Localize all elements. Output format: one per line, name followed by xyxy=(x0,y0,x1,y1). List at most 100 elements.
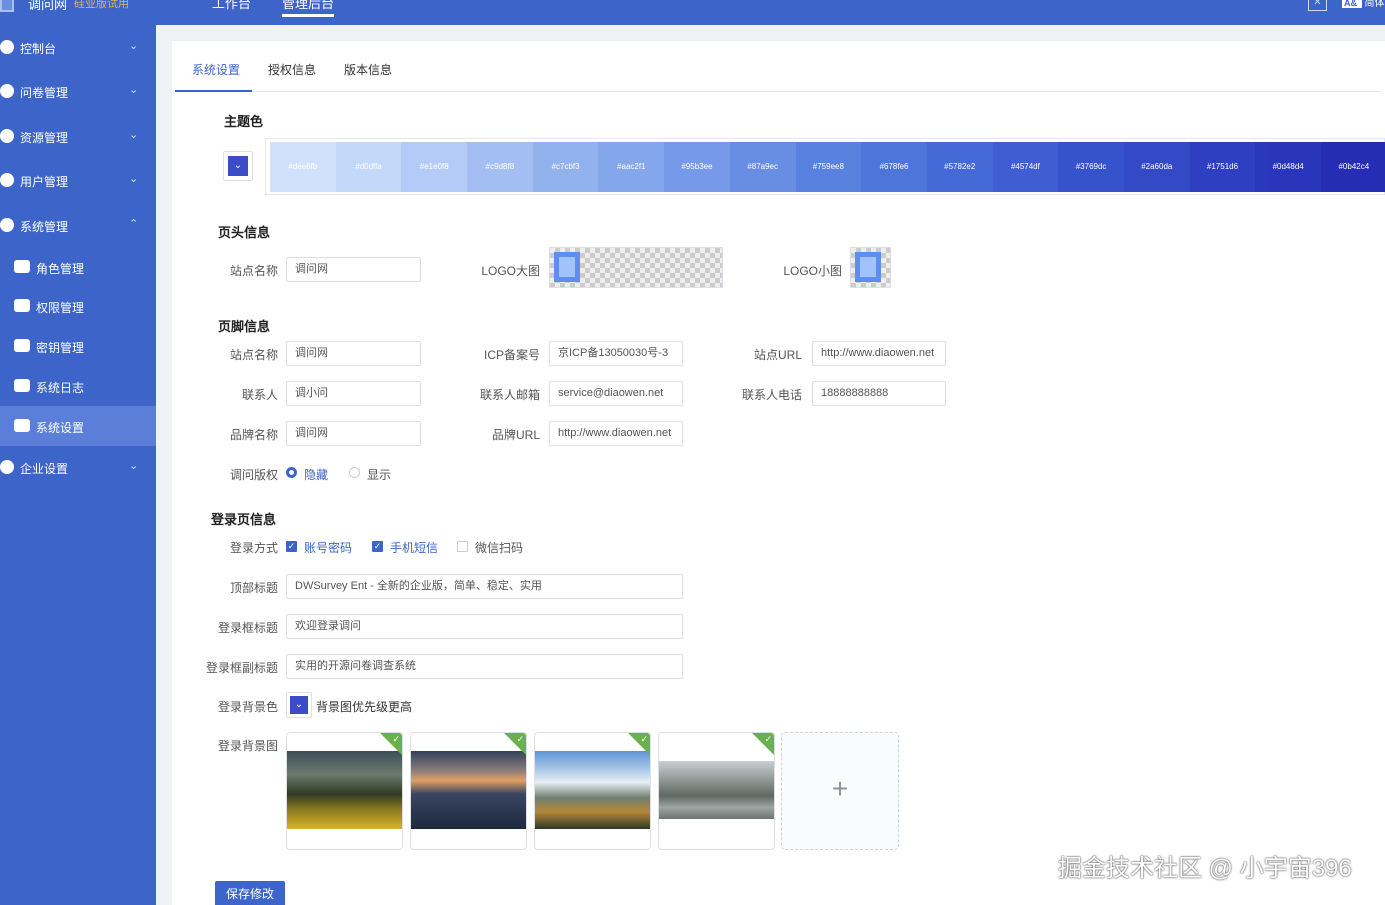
logo-small-upload[interactable] xyxy=(850,247,891,288)
sidebar-item-label: 角色管理 xyxy=(36,262,85,276)
theme-swatch[interactable]: #e1e0f8 xyxy=(401,142,468,192)
top-title-input[interactable]: DWSurvey Ent - 全新的企业版，简单、稳定、实用 xyxy=(286,574,683,599)
section-title-header: 页头信息 xyxy=(218,225,271,240)
section-title-footer: 页脚信息 xyxy=(218,319,271,334)
method-wechat-checkbox[interactable] xyxy=(457,541,468,552)
sidebar-item-label: 系统管理 xyxy=(20,220,69,234)
theme-swatch[interactable]: #dee8fb xyxy=(270,142,336,192)
bg-color-picker[interactable]: ⌄ xyxy=(286,692,312,718)
fullscreen-icon[interactable]: ✕ xyxy=(1308,0,1327,11)
brand-name[interactable]: 调问网 xyxy=(28,0,67,13)
phone-input[interactable]: 18888888888 xyxy=(812,381,946,406)
theme-swatch[interactable]: #0b42c4 xyxy=(1321,142,1385,192)
box-subtitle-input[interactable]: 实用的开源问卷调查系统 xyxy=(286,654,683,679)
theme-swatch[interactable]: #87a9ec xyxy=(729,142,796,192)
site-name-label: 站点名称 xyxy=(229,264,278,278)
sidebar-item-dashboard[interactable]: 控制台 ⌄ xyxy=(0,27,156,67)
icp-label: ICP备案号 xyxy=(483,348,540,362)
save-button[interactable]: 保存修改 xyxy=(215,881,285,905)
method-sms-checkbox[interactable]: ✓ xyxy=(372,541,383,552)
method-password-label[interactable]: 账号密码 xyxy=(304,539,352,556)
bg-image-thumb-1[interactable]: ✓ xyxy=(286,732,403,850)
sidebar-item-permissions[interactable]: 权限管理 xyxy=(0,286,156,326)
box-subtitle-label: 登录框副标题 xyxy=(205,661,278,675)
theme-swatch[interactable]: #759ee8 xyxy=(795,142,862,192)
sidebar-item-label: 用户管理 xyxy=(20,175,69,189)
sidebar: 控制台 ⌄ 问卷管理 ⌄ 资源管理 ⌄ 用户管理 ⌄ 系统管理 ⌃ 角色管理 权… xyxy=(0,25,156,905)
login-methods-label: 登录方式 xyxy=(229,541,278,555)
dashboard-icon xyxy=(0,40,14,54)
brand-url-input[interactable]: http://www.diaowen.net xyxy=(549,421,683,446)
sidebar-item-enterprise[interactable]: 企业设置 ⌄ xyxy=(0,447,156,487)
nav-admin[interactable]: 管理后台 xyxy=(282,0,335,17)
sidebar-item-keys[interactable]: 密钥管理 xyxy=(0,326,156,366)
logo-large-upload[interactable] xyxy=(549,247,723,288)
theme-swatch[interactable]: #95b3ee xyxy=(664,142,730,192)
section-title-login: 登录页信息 xyxy=(211,512,277,527)
theme-swatch-strip: #dee8fb #d0dffa #e1e0f8 #c9d8f8 #c7cbf3 #aac2… xyxy=(265,138,1385,195)
theme-swatch[interactable]: #4574df xyxy=(992,142,1059,192)
method-password-checkbox[interactable]: ✓ xyxy=(286,541,297,552)
bg-image-thumb-2[interactable]: ✓ xyxy=(410,732,527,850)
sidebar-item-label: 问卷管理 xyxy=(20,86,69,100)
copyright-hide-label[interactable]: 隐藏 xyxy=(304,466,328,483)
language-label: 简体 xyxy=(1364,0,1385,9)
theme-swatch[interactable]: #aac2f1 xyxy=(598,142,665,192)
theme-swatch[interactable]: #5782e2 xyxy=(926,142,993,192)
add-bg-image-button[interactable]: + xyxy=(781,732,899,850)
bg-image-thumb-4[interactable]: ✓ xyxy=(658,732,775,850)
sidebar-item-roles[interactable]: 角色管理 xyxy=(0,247,156,287)
swatch-row: #dee8fb #d0dffa #e1e0f8 #c9d8f8 #c7cbf3 #aac2… xyxy=(270,142,1385,192)
copyright-show-radio[interactable] xyxy=(349,467,360,478)
gear-icon xyxy=(14,419,30,432)
box-title-input[interactable]: 欢迎登录调问 xyxy=(286,614,683,639)
contact-input[interactable]: 调小问 xyxy=(286,381,421,406)
sidebar-item-label: 系统设置 xyxy=(36,421,85,435)
copyright-hide-radio[interactable] xyxy=(286,467,297,478)
tab-license[interactable]: 授权信息 xyxy=(268,61,316,78)
theme-swatch[interactable]: #678fe6 xyxy=(861,142,927,192)
bg-image-snow-peak xyxy=(535,751,650,829)
footer-site-name-label: 站点名称 xyxy=(229,348,278,362)
tab-bar: 系统设置 授权信息 版本信息 xyxy=(175,41,1380,92)
header-site-name-input[interactable]: 调问网 xyxy=(286,257,421,282)
brand-name-input[interactable]: 调问网 xyxy=(286,421,421,446)
sidebar-item-users[interactable]: 用户管理 ⌄ xyxy=(0,160,156,200)
sidebar-item-resources[interactable]: 资源管理 ⌄ xyxy=(0,116,156,156)
sidebar-item-logs[interactable]: 系统日志 xyxy=(0,366,156,406)
theme-swatch[interactable]: #3769dc xyxy=(1058,142,1124,192)
tab-version[interactable]: 版本信息 xyxy=(344,61,392,78)
chevron-down-icon: ⌄ xyxy=(228,156,248,176)
tab-system-settings[interactable]: 系统设置 xyxy=(192,61,240,78)
chevron-up-icon: ⌃ xyxy=(129,218,139,230)
sidebar-item-surveys[interactable]: 问卷管理 ⌄ xyxy=(0,71,156,111)
role-icon xyxy=(14,260,30,273)
section-title-theme: 主题色 xyxy=(224,114,264,129)
theme-swatch[interactable]: #0d48d4 xyxy=(1255,142,1321,192)
theme-swatch[interactable]: #2a60da xyxy=(1123,142,1190,192)
users-icon xyxy=(0,173,14,187)
tab-underline xyxy=(175,90,252,92)
theme-color-picker[interactable]: ⌄ xyxy=(223,151,253,181)
site-url-input[interactable]: http://www.diaowen.net xyxy=(812,341,946,366)
method-sms-label[interactable]: 手机短信 xyxy=(390,539,438,556)
method-wechat-label[interactable]: 微信扫码 xyxy=(475,539,523,556)
sidebar-item-settings[interactable]: 系统设置 xyxy=(0,406,156,446)
bg-color-label: 登录背景色 xyxy=(217,700,278,714)
chevron-down-icon: ⌄ xyxy=(129,129,139,141)
sidebar-item-system[interactable]: 系统管理 ⌃ xyxy=(0,205,156,245)
theme-swatch[interactable]: #c7cbf3 xyxy=(532,142,599,192)
language-switch[interactable]: A& 简体 xyxy=(1342,0,1385,9)
theme-swatch[interactable]: #c9d8f8 xyxy=(467,142,533,192)
footer-site-name-input[interactable]: 调问网 xyxy=(286,341,421,366)
watermark-text: 掘金技术社区 @ 小宇宙396 xyxy=(1058,855,1352,882)
email-label: 联系人邮箱 xyxy=(479,388,540,402)
email-input[interactable]: service@diaowen.net xyxy=(549,381,683,406)
copyright-show-label[interactable]: 显示 xyxy=(367,466,391,483)
theme-swatch[interactable]: #1751d6 xyxy=(1189,142,1256,192)
theme-swatch[interactable]: #d0dffa xyxy=(335,142,402,192)
bg-image-thumb-3[interactable]: ✓ xyxy=(534,732,651,850)
nav-workbench[interactable]: 工作台 xyxy=(212,0,251,12)
icp-input[interactable]: 京ICP备13050030号-3 xyxy=(549,341,683,366)
chevron-down-icon: ⌄ xyxy=(129,40,139,52)
